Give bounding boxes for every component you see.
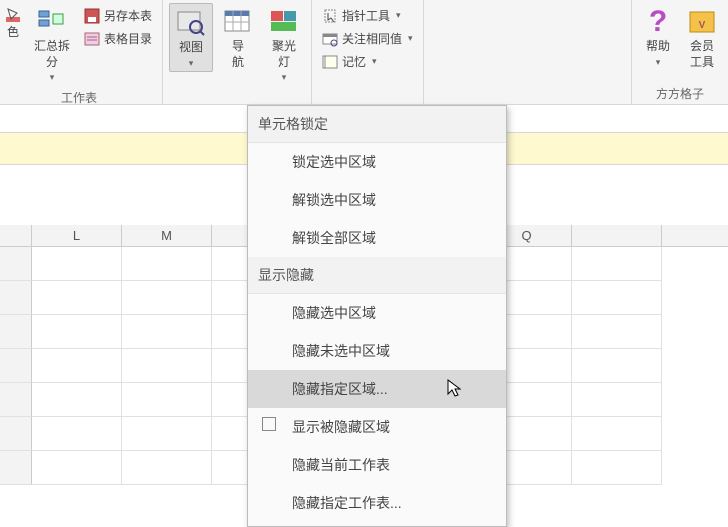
cell[interactable] xyxy=(572,315,662,349)
cell[interactable] xyxy=(122,451,212,485)
grid-icon xyxy=(223,8,253,36)
cell[interactable] xyxy=(32,315,122,349)
watch-icon xyxy=(322,31,338,47)
chevron-down-icon: ▾ xyxy=(372,56,377,67)
cell[interactable] xyxy=(122,417,212,451)
cell[interactable] xyxy=(32,349,122,383)
save-copy-button[interactable]: 另存本表 xyxy=(80,5,156,26)
bucket-icon xyxy=(5,7,21,23)
memory-button[interactable]: 记忆 ▾ xyxy=(318,51,417,72)
menu-section-lock: 单元格锁定 xyxy=(248,106,506,143)
cell[interactable] xyxy=(572,281,662,315)
cell[interactable] xyxy=(572,451,662,485)
chevron-down-icon: ▾ xyxy=(656,57,661,68)
view-button[interactable]: 视图 ▾ xyxy=(169,3,213,72)
chevron-down-icon: ▾ xyxy=(396,10,401,21)
ribbon: 色 汇总拆 分 ▾ 另存本表 xyxy=(0,0,728,105)
row-header[interactable] xyxy=(0,247,32,281)
color-button[interactable]: 色 xyxy=(2,3,24,43)
chevron-down-icon: ▾ xyxy=(189,58,194,69)
pointer-icon xyxy=(322,8,338,24)
cell[interactable] xyxy=(32,383,122,417)
toc-button[interactable]: 表格目录 xyxy=(80,28,156,49)
nav-label: 导 航 xyxy=(232,39,244,70)
cell[interactable] xyxy=(122,247,212,281)
cell[interactable] xyxy=(572,349,662,383)
toc-label: 表格目录 xyxy=(104,30,152,47)
menu-hide-specified[interactable]: 隐藏指定区域... xyxy=(248,370,506,408)
chevron-down-icon: ▾ xyxy=(408,33,413,44)
group-label-ffgz: 方方格子 xyxy=(656,81,704,104)
toc-icon xyxy=(84,31,100,47)
menu-hide-unselected[interactable]: 隐藏未选中区域 xyxy=(248,332,506,370)
menu-section-showhide: 显示隐藏 xyxy=(248,257,506,294)
menu-show-hidden-label: 显示被隐藏区域 xyxy=(292,419,390,435)
pointer-tool-button[interactable]: 指针工具 ▾ xyxy=(318,5,417,26)
row-header[interactable] xyxy=(0,451,32,485)
cell[interactable] xyxy=(32,281,122,315)
checkbox-icon xyxy=(262,417,276,431)
row-header[interactable] xyxy=(0,315,32,349)
watch-same-label: 关注相同值 xyxy=(342,30,402,47)
sum-split-label: 汇总拆 分 xyxy=(34,39,70,70)
chevron-down-icon: ▾ xyxy=(50,72,55,83)
spotlight-icon xyxy=(269,8,299,36)
cell[interactable] xyxy=(572,383,662,417)
menu-show-hidden[interactable]: 显示被隐藏区域 xyxy=(248,408,506,446)
question-icon: ? xyxy=(649,5,667,39)
spotlight-label: 聚光 灯 xyxy=(272,39,296,70)
menu-unlock-all[interactable]: 解锁全部区域 xyxy=(248,219,506,257)
row-header[interactable] xyxy=(0,349,32,383)
menu-unlock-selected[interactable]: 解锁选中区域 xyxy=(248,181,506,219)
col-header[interactable]: L xyxy=(32,225,122,246)
memory-label: 记忆 xyxy=(342,53,366,70)
row-header[interactable] xyxy=(0,281,32,315)
group-label-worksheet: 工作表 xyxy=(61,85,97,108)
help-button[interactable]: ? 帮助 ▾ xyxy=(638,3,678,70)
cell[interactable] xyxy=(32,247,122,281)
pointer-tool-label: 指针工具 xyxy=(342,7,390,24)
view-icon xyxy=(176,9,206,37)
memory-icon xyxy=(322,54,338,70)
cell[interactable] xyxy=(122,383,212,417)
cursor-icon xyxy=(446,378,466,398)
vip-tools-button[interactable]: V 会员 工具 xyxy=(682,3,722,72)
sum-split-icon xyxy=(37,8,67,36)
col-header[interactable]: M xyxy=(122,225,212,246)
vip-icon: V xyxy=(688,8,716,36)
select-all-corner[interactable] xyxy=(0,225,32,246)
sum-split-button[interactable]: 汇总拆 分 ▾ xyxy=(28,3,76,85)
svg-text:V: V xyxy=(699,20,706,31)
vip-tools-label: 会员 工具 xyxy=(690,39,714,70)
cell[interactable] xyxy=(122,315,212,349)
save-icon xyxy=(84,8,100,24)
menu-hide-specified-sheet[interactable]: 隐藏指定工作表... xyxy=(248,484,506,522)
menu-hide-selected[interactable]: 隐藏选中区域 xyxy=(248,294,506,332)
view-label: 视图 xyxy=(179,40,203,56)
cell[interactable] xyxy=(572,417,662,451)
cell[interactable] xyxy=(122,281,212,315)
menu-hide-specified-label: 隐藏指定区域... xyxy=(292,381,388,397)
nav-button[interactable]: 导 航 xyxy=(217,3,259,72)
cell[interactable] xyxy=(572,247,662,281)
menu-lock-selected[interactable]: 锁定选中区域 xyxy=(248,143,506,181)
color-label: 色 xyxy=(7,25,19,41)
chevron-down-icon: ▾ xyxy=(282,72,287,83)
col-header[interactable] xyxy=(572,225,662,246)
spotlight-button[interactable]: 聚光 灯 ▾ xyxy=(263,3,305,85)
cell[interactable] xyxy=(32,451,122,485)
cell[interactable] xyxy=(122,349,212,383)
menu-hide-current-sheet[interactable]: 隐藏当前工作表 xyxy=(248,446,506,484)
row-header[interactable] xyxy=(0,417,32,451)
save-copy-label: 另存本表 xyxy=(104,7,152,24)
cell[interactable] xyxy=(32,417,122,451)
view-dropdown-menu: 单元格锁定 锁定选中区域 解锁选中区域 解锁全部区域 显示隐藏 隐藏选中区域 隐… xyxy=(247,105,507,527)
watch-same-button[interactable]: 关注相同值 ▾ xyxy=(318,28,417,49)
row-header[interactable] xyxy=(0,383,32,417)
help-label: 帮助 xyxy=(646,39,670,55)
